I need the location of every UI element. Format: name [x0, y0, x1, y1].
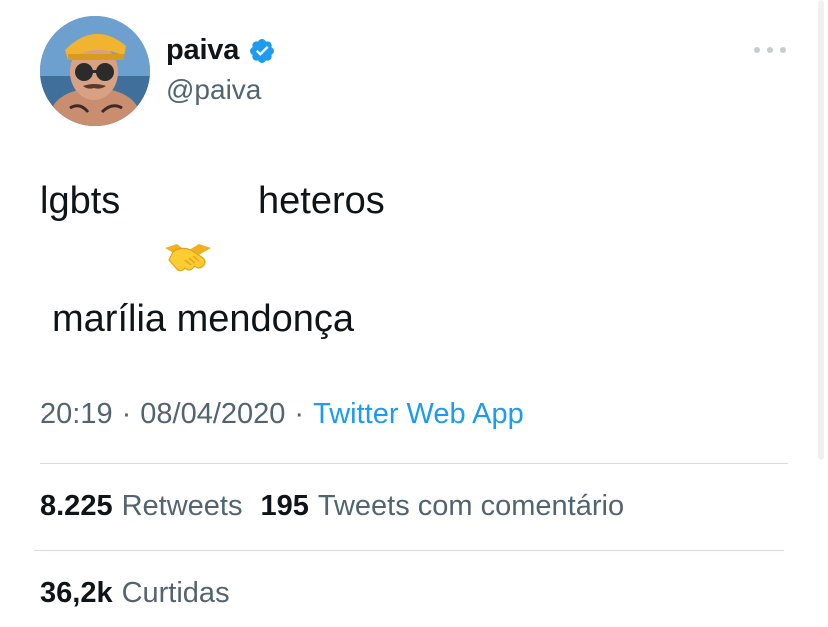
- tweet-time[interactable]: 20:19: [40, 398, 113, 431]
- meta-separator: ·: [294, 398, 305, 430]
- quote-tweets-count: 195: [260, 490, 309, 522]
- more-dot: [780, 47, 786, 53]
- retweets-label: Retweets: [121, 490, 243, 522]
- scrollbar-thumb[interactable]: [818, 0, 824, 460]
- retweets-stat[interactable]: 8.225 Retweets: [40, 490, 242, 523]
- tweet-text-lgbts: lgbts: [40, 180, 121, 222]
- avatar-image: [40, 16, 150, 126]
- retweets-count: 8.225: [40, 490, 113, 522]
- engagement-stats: 8.225 Retweets 195 Tweets com comentário: [40, 490, 624, 523]
- verified-badge-icon: [248, 37, 276, 65]
- tweet-text-heteros: heteros: [258, 180, 385, 222]
- avatar[interactable]: [40, 16, 150, 126]
- likes-count: 36,2k: [40, 577, 113, 609]
- more-options-icon[interactable]: [754, 36, 786, 64]
- display-name[interactable]: paiva: [166, 34, 239, 67]
- tweet-source-link[interactable]: Twitter Web App: [313, 398, 524, 431]
- meta-separator: ·: [121, 398, 132, 430]
- divider: [34, 550, 784, 551]
- author-handle[interactable]: @paiva: [166, 74, 261, 106]
- more-dot: [767, 47, 773, 53]
- quote-tweets-label: Tweets com comentário: [317, 490, 625, 522]
- tweet-card: paiva @paiva lgbts heteros marília mendo…: [0, 0, 828, 627]
- tweet-text-marilia: marília mendonça: [52, 298, 355, 340]
- likes-stat[interactable]: 36,2k Curtidas: [40, 577, 230, 610]
- divider: [40, 463, 788, 464]
- likes-label: Curtidas: [121, 577, 230, 609]
- more-dot: [754, 47, 760, 53]
- tweet-date[interactable]: 08/04/2020: [140, 398, 285, 431]
- tweet-meta: 20:19 · 08/04/2020 · Twitter Web App: [40, 398, 524, 431]
- handshake-emoji-icon: [163, 238, 213, 278]
- quote-tweets-stat[interactable]: 195 Tweets com comentário: [260, 490, 624, 523]
- author-name-row[interactable]: paiva: [166, 34, 276, 67]
